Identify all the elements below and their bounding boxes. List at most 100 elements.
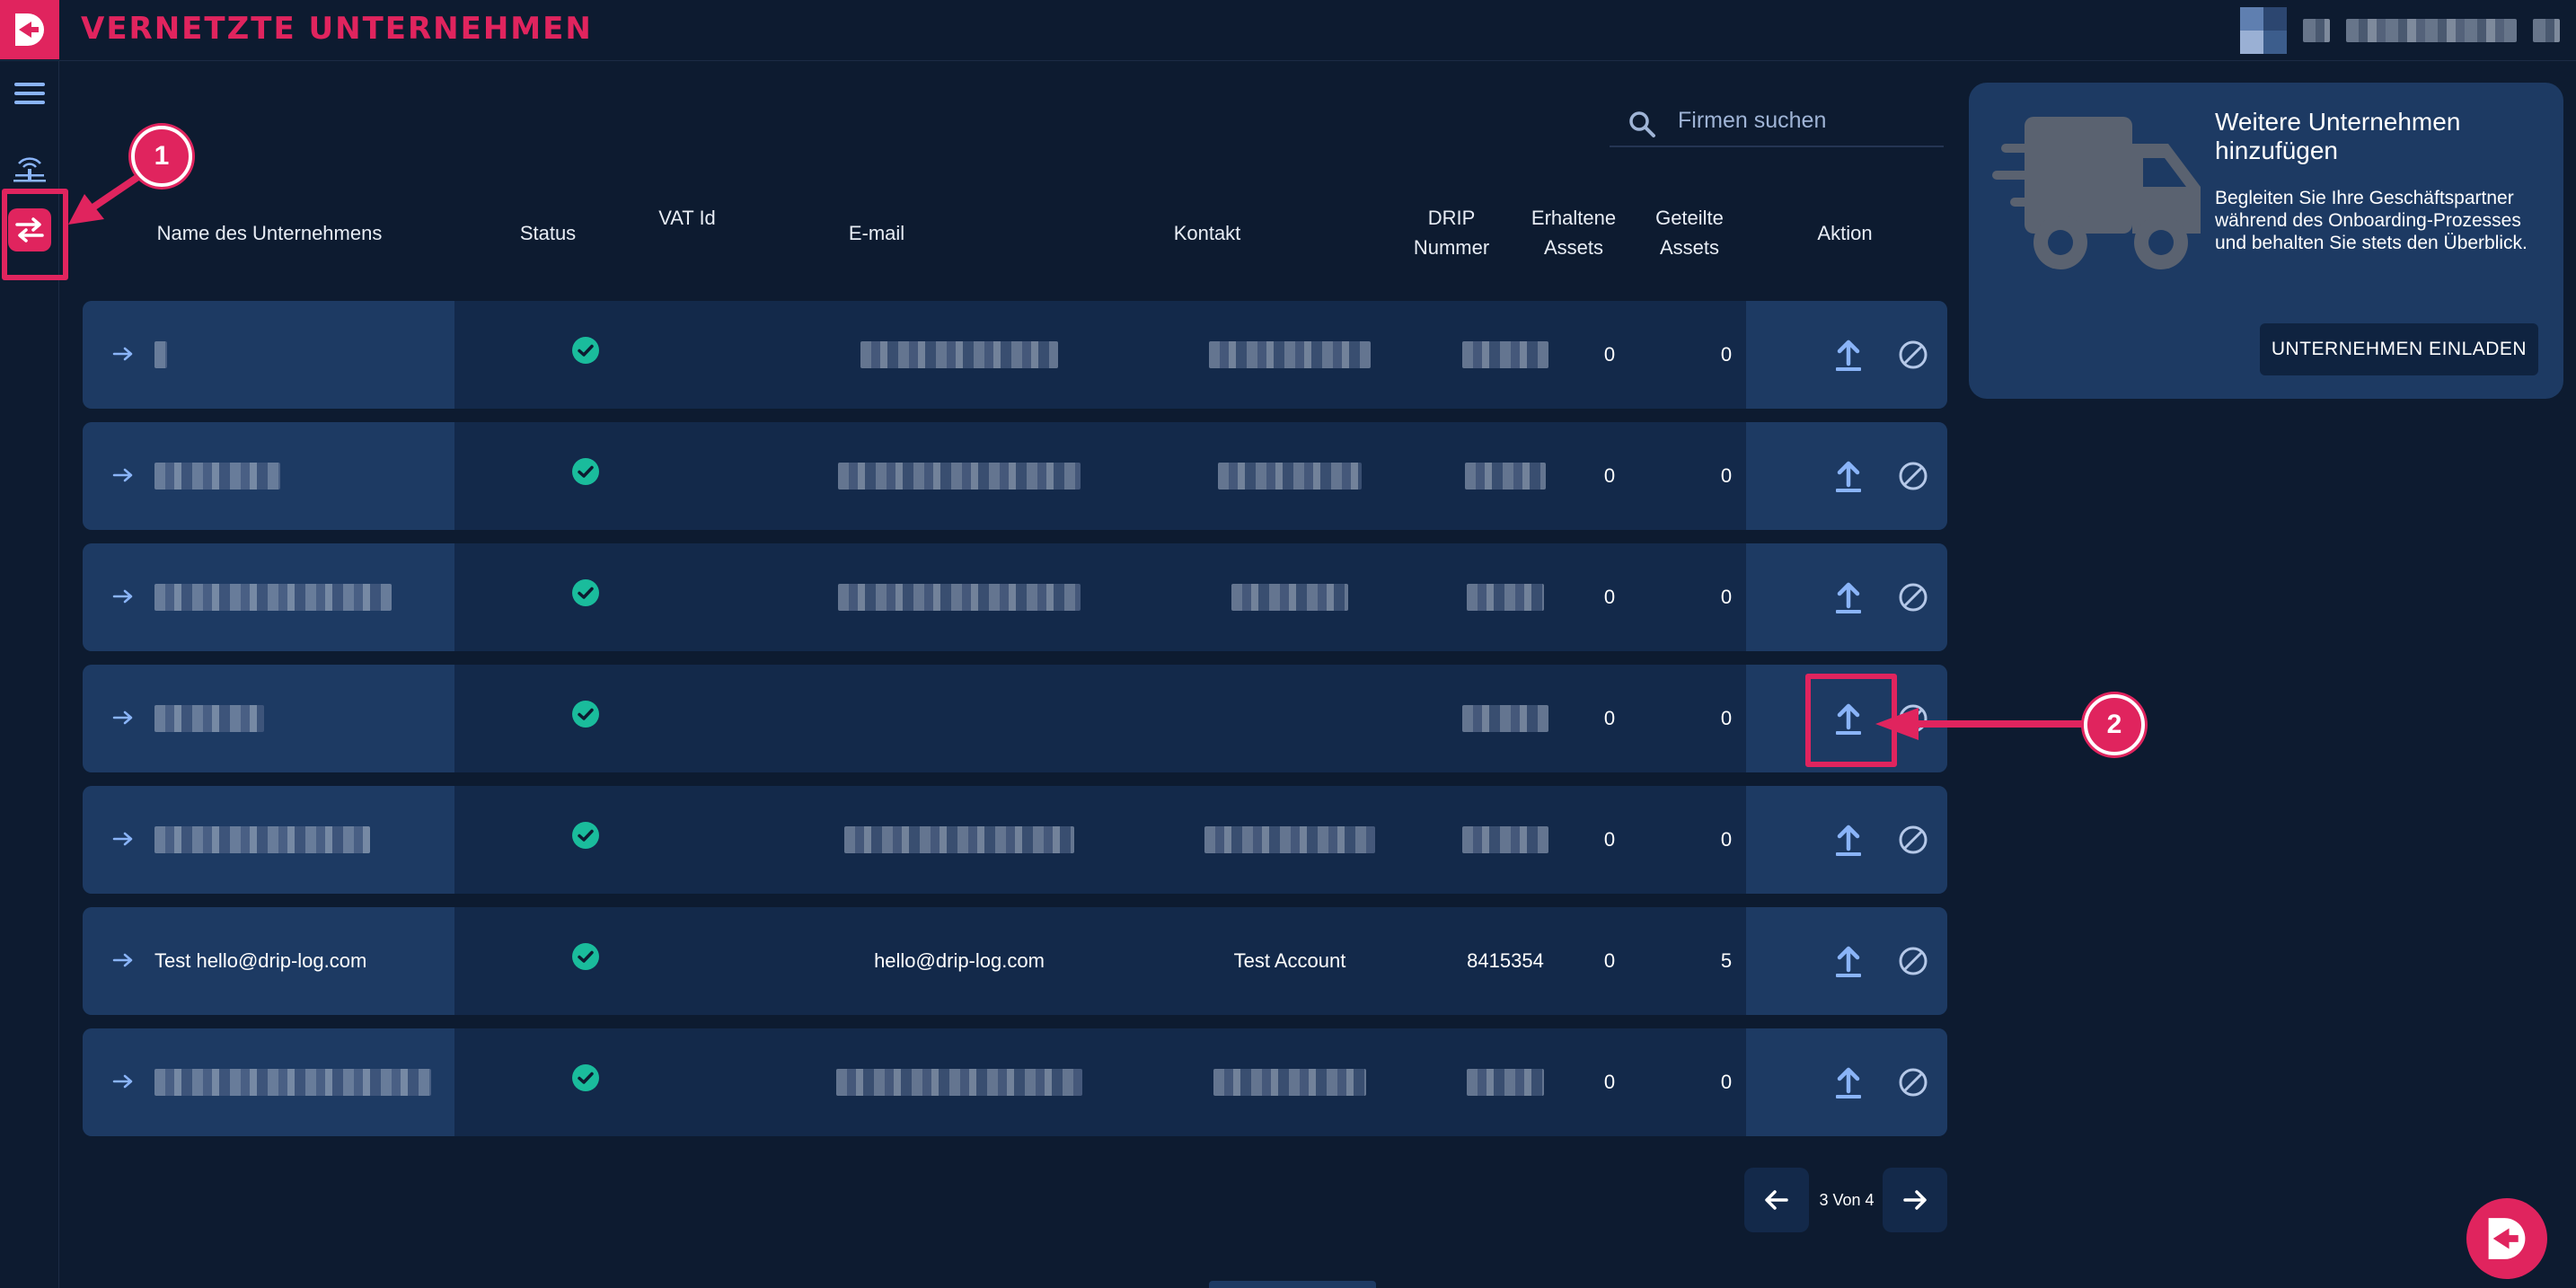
status-cell: [496, 422, 675, 530]
arrow-right-icon[interactable]: [110, 340, 137, 367]
user-menu[interactable]: [2240, 4, 2560, 57]
upload-button[interactable]: [1827, 333, 1870, 376]
block-icon: [1899, 462, 1928, 490]
upload-icon: [1836, 946, 1861, 977]
status-cell: [496, 907, 675, 1015]
upload-icon: [1836, 461, 1861, 492]
drip-number-cell: [1444, 301, 1566, 409]
arrow-left-icon: [1765, 1190, 1788, 1210]
block-button[interactable]: [1892, 818, 1935, 861]
block-button[interactable]: [1892, 454, 1935, 498]
table-row[interactable]: 0 0: [83, 665, 1947, 772]
vat-cell: [663, 907, 717, 1015]
block-icon: [1899, 583, 1928, 612]
received-assets-cell: 0: [1603, 949, 1616, 972]
header-vat: VAT Id: [658, 207, 716, 229]
arrow-right-icon[interactable]: [110, 583, 137, 610]
header-name: Name des Unternehmens: [156, 222, 383, 244]
arrow-right-icon[interactable]: [110, 462, 137, 489]
check-circle-icon: [572, 701, 599, 728]
vat-cell: [663, 301, 717, 409]
upload-button[interactable]: [1827, 576, 1870, 619]
vat-cell: [663, 422, 717, 530]
drip-number-cell: [1444, 1028, 1566, 1136]
header-drip: DRIP Nummer: [1413, 207, 1490, 259]
search-input[interactable]: Firmen suchen: [1610, 99, 1944, 147]
next-page-button[interactable]: [1883, 1168, 1947, 1232]
email-cell: [787, 422, 1132, 530]
company-name-blurred: [154, 826, 370, 853]
table-row[interactable]: 0 0: [83, 1028, 1947, 1136]
table-row[interactable]: 0 0: [83, 543, 1947, 651]
block-icon: [1899, 947, 1928, 975]
kontakt-blurred: [1209, 341, 1371, 368]
kontakt-blurred: [1204, 826, 1375, 853]
check-circle-icon: [572, 822, 599, 849]
drip-logo-icon[interactable]: [0, 0, 59, 59]
drip-number-cell: 8415354: [1467, 949, 1544, 972]
invite-company-button[interactable]: UNTERNEHMEN EINLADEN: [2260, 323, 2538, 375]
upload-button[interactable]: [1827, 1061, 1870, 1104]
table-row[interactable]: Test hello@drip-log.com hello@drip-log.c…: [83, 907, 1947, 1015]
header-geteilte: Geteilte Assets: [1655, 207, 1724, 259]
shared-assets-cell: 0: [1720, 343, 1733, 366]
shared-assets-cell: 0: [1720, 707, 1733, 729]
arrow-right-icon[interactable]: [110, 1068, 137, 1095]
drip-number-blurred: [1462, 341, 1548, 368]
block-button[interactable]: [1892, 333, 1935, 376]
drip-number-cell: [1444, 786, 1566, 894]
shared-assets-cell: 0: [1720, 464, 1733, 487]
user-name-blurred: [2303, 19, 2330, 42]
kontakt-cell: [1117, 665, 1462, 772]
bottom-scroll-indicator: [1209, 1281, 1376, 1288]
drip-number-blurred: [1462, 826, 1548, 853]
table-row[interactable]: 0 0: [83, 422, 1947, 530]
arrow-right-icon[interactable]: [110, 704, 137, 731]
company-name-blurred: [154, 584, 392, 611]
arrow-right-icon[interactable]: [110, 947, 137, 974]
company-name: [154, 665, 451, 772]
email-blurred: [836, 1069, 1082, 1096]
check-circle-icon: [572, 1064, 599, 1091]
block-button[interactable]: [1892, 1061, 1935, 1104]
arrow-right-icon: [1903, 1190, 1927, 1210]
header-aktion: Aktion: [1817, 222, 1873, 244]
kontakt-blurred: [1218, 463, 1362, 490]
received-assets-cell: 0: [1603, 343, 1616, 366]
block-icon: [1899, 340, 1928, 369]
search-icon: [1629, 111, 1655, 137]
vat-cell: [663, 543, 717, 651]
drip-number-blurred: [1465, 463, 1546, 490]
check-circle-icon: [572, 579, 599, 606]
page-indicator: 3 Von 4: [1819, 1191, 1875, 1209]
highlight-box-1: [2, 189, 68, 280]
upload-button[interactable]: [1827, 940, 1870, 983]
truck-icon: [1992, 117, 2201, 269]
drip-number-blurred: [1467, 584, 1544, 611]
chat-launcher-button[interactable]: [2466, 1198, 2547, 1279]
company-name-blurred: [154, 463, 280, 490]
prev-page-button[interactable]: [1744, 1168, 1809, 1232]
status-cell: [496, 543, 675, 651]
upload-button[interactable]: [1827, 818, 1870, 861]
header-email: E-mail: [848, 222, 905, 244]
menu-icon[interactable]: [8, 72, 51, 115]
status-cell: [496, 786, 675, 894]
email-cell: [787, 543, 1132, 651]
company-name: [154, 422, 451, 530]
email-cell: [787, 786, 1132, 894]
network-icon[interactable]: [8, 146, 51, 189]
arrow-right-icon[interactable]: [110, 825, 137, 852]
header-erhaltene: Erhaltene Assets: [1531, 207, 1617, 259]
status-cell: [496, 301, 675, 409]
shared-assets-cell: 0: [1720, 586, 1733, 608]
block-button[interactable]: [1892, 940, 1935, 983]
vat-cell: [663, 786, 717, 894]
table-row[interactable]: 0 0: [83, 786, 1947, 894]
email-cell: [787, 1028, 1132, 1136]
table-row[interactable]: 0 0: [83, 301, 1947, 409]
drip-logo-icon: [2488, 1218, 2526, 1259]
email-blurred: [838, 463, 1081, 490]
block-button[interactable]: [1892, 576, 1935, 619]
upload-button[interactable]: [1827, 454, 1870, 498]
